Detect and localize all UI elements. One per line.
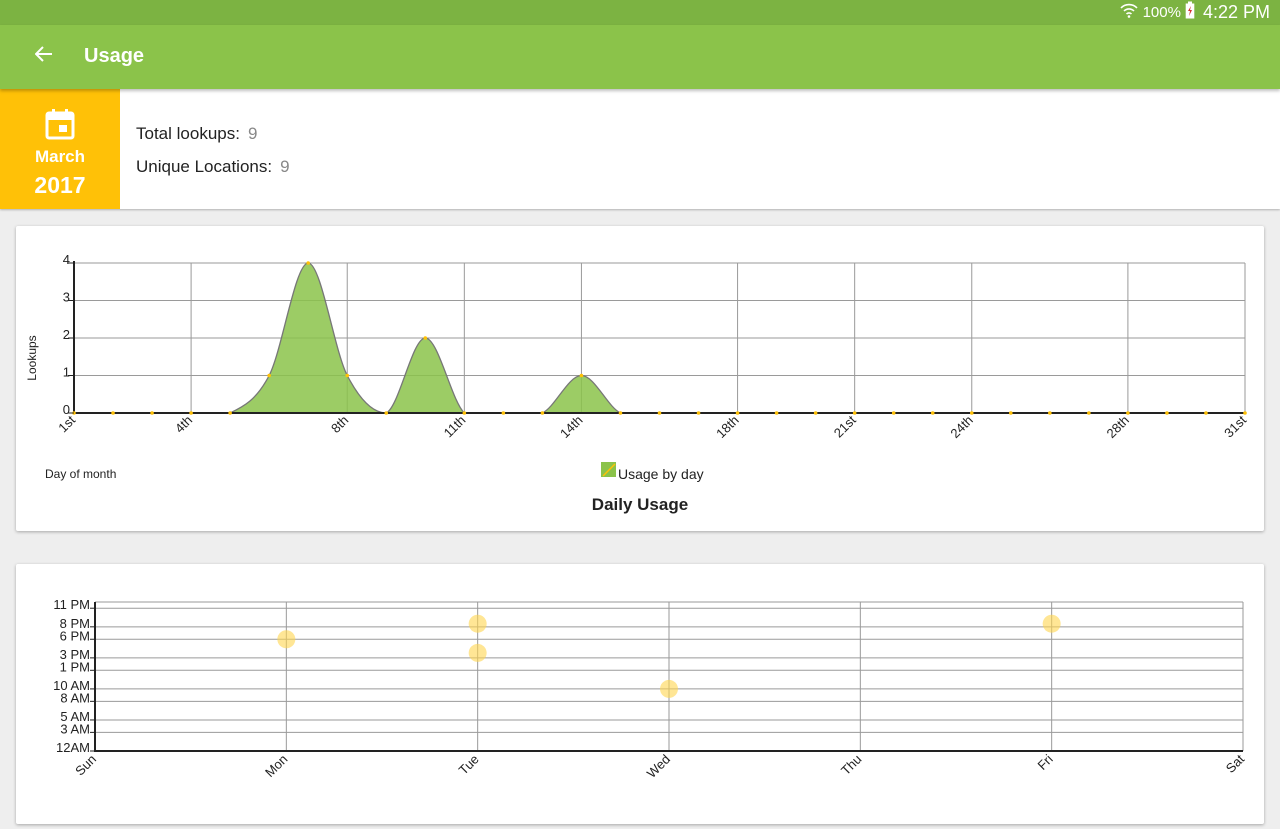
x-tick-label: 28th bbox=[1104, 413, 1133, 442]
data-point bbox=[189, 411, 193, 415]
data-point bbox=[384, 411, 389, 415]
y-tick-label: 3 PM bbox=[60, 647, 90, 662]
legend-label: Usage by day bbox=[618, 466, 704, 482]
y-tick-label: 10 AM bbox=[53, 678, 90, 693]
data-point bbox=[1165, 411, 1169, 415]
data-point bbox=[930, 411, 935, 415]
data-point bbox=[345, 373, 350, 378]
x-tick-label: 21st bbox=[831, 412, 859, 440]
chart-legend: Usage by day bbox=[601, 462, 704, 482]
data-point bbox=[462, 411, 467, 415]
x-tick-label: Tue bbox=[456, 752, 482, 778]
data-point bbox=[267, 373, 271, 378]
data-point bbox=[579, 373, 584, 378]
y-tick-label: 4 bbox=[63, 252, 70, 267]
x-tick-label: Thu bbox=[838, 752, 864, 778]
arrow-back-icon bbox=[34, 45, 53, 68]
activity-bubble[interactable] bbox=[660, 679, 678, 698]
data-point bbox=[501, 411, 506, 415]
app-bar: Usage bbox=[0, 25, 1280, 89]
activity-bubble[interactable] bbox=[277, 630, 296, 649]
data-point bbox=[852, 411, 857, 415]
y-tick-label: 3 bbox=[63, 290, 70, 305]
status-time: 4:22 PM bbox=[1202, 2, 1270, 22]
x-tick-label: Sat bbox=[1223, 751, 1248, 776]
activity-bubble[interactable] bbox=[468, 614, 487, 633]
data-point bbox=[696, 411, 701, 415]
data-point bbox=[735, 411, 740, 415]
data-point bbox=[969, 411, 974, 415]
data-point bbox=[1087, 411, 1091, 415]
x-tick-label: 4th bbox=[172, 413, 195, 436]
x-tick-label: Mon bbox=[262, 752, 290, 780]
year-label: 2017 bbox=[34, 172, 86, 198]
x-tick-label: Fri bbox=[1034, 751, 1055, 772]
total-lookups-value: 9 bbox=[247, 124, 258, 143]
status-bar: 100% 4:22 PM bbox=[0, 0, 1280, 25]
data-point bbox=[150, 411, 154, 415]
date-tile[interactable]: March 2017 bbox=[0, 89, 120, 209]
summary-panel: March 2017 Total lookups: 9 Unique Locati… bbox=[0, 89, 1280, 209]
x-tick-label: 1st bbox=[55, 412, 78, 435]
back-button[interactable] bbox=[26, 38, 62, 74]
chart-title: Daily Usage bbox=[592, 495, 688, 514]
month-label: March bbox=[34, 147, 86, 166]
data-point bbox=[306, 261, 311, 265]
y-tick-label: 12AM bbox=[56, 740, 90, 755]
x-axis-label: Day of month bbox=[45, 467, 116, 481]
wifi-icon bbox=[1119, 1, 1139, 24]
data-point bbox=[1204, 411, 1208, 415]
y-tick-label: 8 PM bbox=[60, 616, 90, 631]
data-point bbox=[1126, 411, 1130, 415]
data-point bbox=[540, 411, 545, 415]
data-point bbox=[1243, 411, 1247, 415]
daily-usage-chart: 01234 1st 4th 8th 11th 14th 18th 21st 24th 28th 3… bbox=[25, 252, 1249, 514]
activity-bubble[interactable] bbox=[468, 643, 487, 662]
data-point bbox=[657, 411, 662, 415]
y-tick-label: 1 bbox=[63, 365, 70, 380]
x-tick-label: 31st bbox=[1221, 412, 1249, 440]
data-point bbox=[813, 411, 818, 415]
weekly-activity-chart: 12AM3 AM5 AM8 AM10 AM1 PM3 PM6 PM8 PM11 … bbox=[53, 597, 1248, 781]
activity-bubble[interactable] bbox=[1042, 614, 1061, 633]
data-point bbox=[111, 411, 115, 415]
unique-locations-label: Unique Locations: bbox=[136, 157, 273, 176]
battery-percent: 100% bbox=[1142, 4, 1181, 21]
unique-locations-value: 9 bbox=[280, 157, 290, 176]
data-point bbox=[774, 411, 779, 415]
x-tick-label: 14th bbox=[557, 413, 586, 442]
y-axis-label: Lookups bbox=[25, 335, 39, 380]
x-tick-label: 24th bbox=[947, 413, 976, 442]
data-point bbox=[891, 411, 896, 415]
unique-locations-row: Unique Locations: 9 bbox=[136, 157, 290, 177]
total-lookups-label: Total lookups: bbox=[136, 124, 240, 143]
x-tick-label: 11th bbox=[441, 413, 469, 441]
y-tick-label: 2 bbox=[63, 327, 70, 342]
x-tick-label: Wed bbox=[644, 752, 673, 781]
calendar-icon bbox=[45, 108, 75, 145]
y-tick-label: 11 PM bbox=[53, 597, 90, 612]
data-point bbox=[1048, 411, 1052, 415]
x-tick-label: Sun bbox=[72, 752, 99, 779]
data-point bbox=[618, 411, 623, 415]
battery-charging-icon bbox=[1185, 1, 1195, 24]
x-tick-label: 18th bbox=[713, 413, 742, 442]
status-right: 100% 4:22 PM bbox=[1119, 0, 1270, 25]
page-title: Usage bbox=[84, 45, 145, 67]
total-lookups-row: Total lookups: 9 bbox=[136, 124, 257, 144]
daily-usage-card: 01234 1st 4th 8th 11th 14th 18th 21st 24th 28th 3… bbox=[16, 226, 1264, 531]
y-tick-label: 5 AM bbox=[60, 709, 90, 724]
data-point bbox=[228, 411, 232, 415]
x-tick-label: 8th bbox=[328, 413, 351, 436]
data-point bbox=[423, 336, 428, 340]
data-point bbox=[1009, 411, 1013, 415]
weekly-activity-card: 12AM 3 AM 5 AM 8 AM 10 AM 1 PM 3 PM 6 PM 8 PM 11 … bbox=[16, 564, 1264, 824]
